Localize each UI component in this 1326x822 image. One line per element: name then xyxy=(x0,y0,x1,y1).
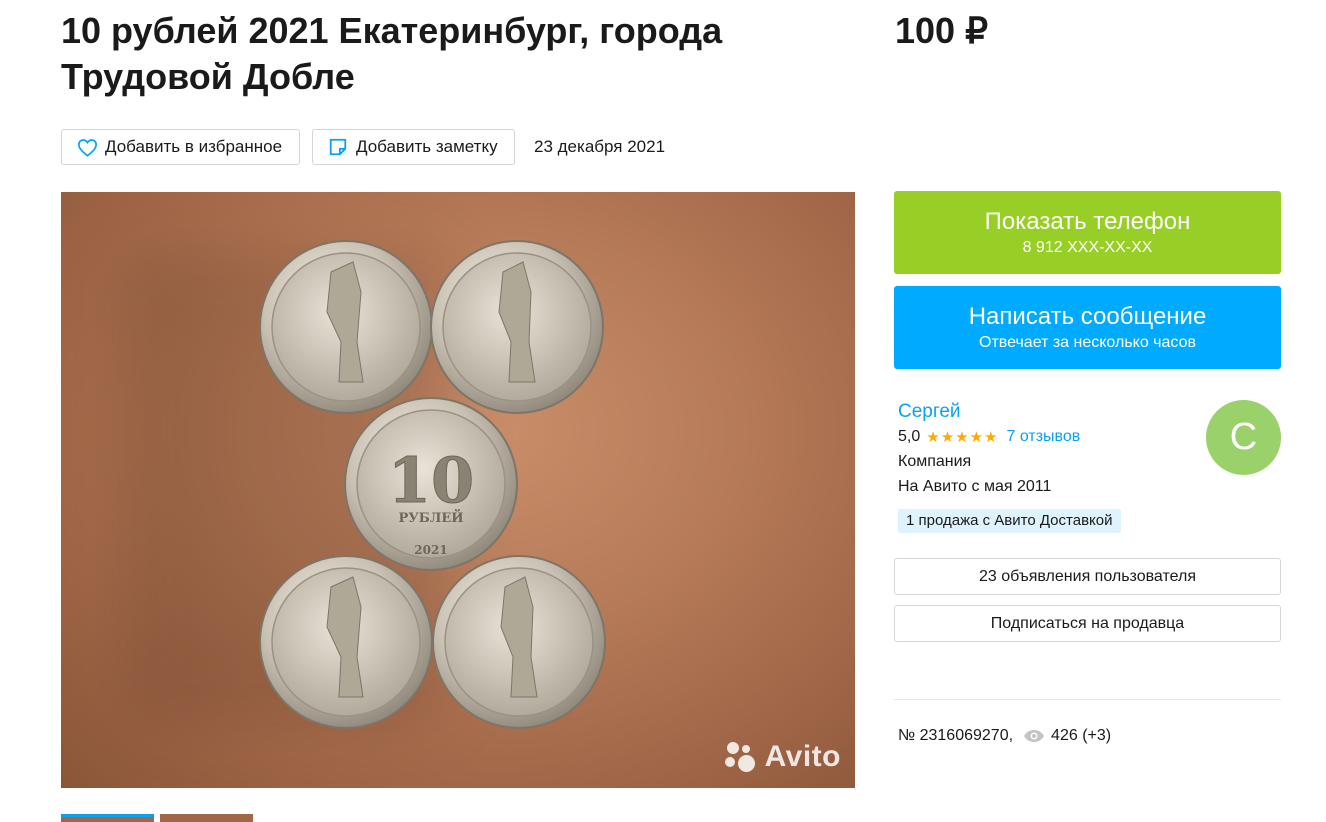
thumbnail[interactable] xyxy=(61,814,154,822)
masked-phone: 8 912 XXX-XX-XX xyxy=(1022,239,1153,256)
coin-bottom-right xyxy=(432,555,606,729)
note-icon xyxy=(327,136,349,158)
write-message-button[interactable]: Написать сообщение Отвечает за несколько… xyxy=(894,286,1281,369)
coins-image: 10 РУБЛЕЙ 2021 xyxy=(259,240,606,729)
listing-meta: № 2316069270, 426 (+3) xyxy=(898,727,1111,745)
reviews-link[interactable]: 7 отзывов xyxy=(1007,428,1081,446)
rating-value: 5,0 xyxy=(898,428,921,445)
delivery-badge: 1 продажа с Авито Доставкой xyxy=(898,509,1121,533)
seller-since: На Авито с мая 2011 xyxy=(898,478,1052,495)
thumbnail[interactable] xyxy=(160,814,253,822)
coin-bottom-left xyxy=(259,555,433,729)
avito-watermark-text: Avito xyxy=(764,740,841,773)
coin-center: 10 РУБЛЕЙ 2021 xyxy=(344,397,518,571)
listing-title: 10 рублей 2021 Екатеринбург, города Труд… xyxy=(61,10,723,97)
eye-icon xyxy=(1023,729,1045,743)
listing-number: № 2316069270, xyxy=(898,727,1014,744)
svg-text:РУБЛЕЙ: РУБЛЕЙ xyxy=(398,509,463,526)
star-rating-icon: ★★★★★ xyxy=(926,429,999,446)
add-to-favorites-button[interactable]: Добавить в избранное xyxy=(61,129,300,165)
user-ads-button[interactable]: 23 объявления пользователя xyxy=(894,558,1281,595)
subscribe-seller-button[interactable]: Подписаться на продавца xyxy=(894,605,1281,642)
response-time: Отвечает за несколько часов xyxy=(979,334,1196,351)
show-phone-button[interactable]: Показать телефон 8 912 XXX-XX-XX xyxy=(894,191,1281,274)
seller-name-link[interactable]: Сергей xyxy=(898,401,961,423)
svg-text:10: 10 xyxy=(388,444,474,517)
write-message-label: Написать сообщение xyxy=(968,303,1207,330)
seller-type: Компания xyxy=(898,453,972,470)
divider xyxy=(894,699,1281,700)
avito-watermark: Avito xyxy=(724,740,841,774)
avito-logo-icon xyxy=(724,740,759,774)
photo-thumbnails xyxy=(61,814,253,822)
add-note-label: Добавить заметку xyxy=(356,137,498,156)
add-note-button[interactable]: Добавить заметку xyxy=(312,129,515,165)
listing-price: 100 ₽ xyxy=(895,10,988,51)
coin-top-right xyxy=(430,240,604,414)
avatar-letter: С xyxy=(1229,416,1258,458)
heart-icon xyxy=(76,136,98,158)
seller-rating: 5,0 ★★★★★ 7 отзывов xyxy=(898,428,1080,446)
coin-top-left xyxy=(259,240,433,414)
views-count: 426 (+3) xyxy=(1051,727,1112,744)
svg-text:2021: 2021 xyxy=(414,543,447,557)
show-phone-label: Показать телефон xyxy=(984,208,1191,235)
avatar[interactable]: С xyxy=(1206,400,1281,475)
listing-date: 23 декабря 2021 xyxy=(534,137,666,156)
add-to-favorites-label: Добавить в избранное xyxy=(105,137,283,156)
listing-photo[interactable]: 10 РУБЛЕЙ 2021 Avito xyxy=(61,192,855,788)
